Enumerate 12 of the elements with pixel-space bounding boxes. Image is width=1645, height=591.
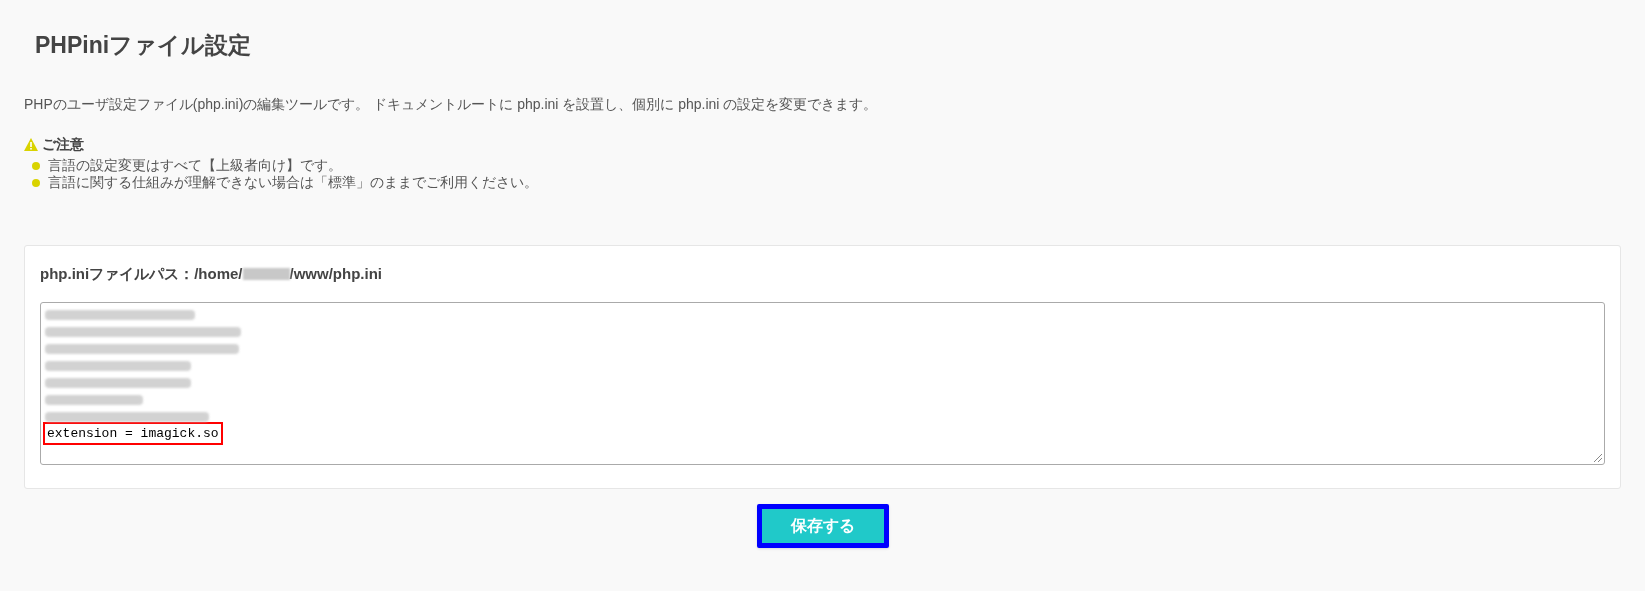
notice-heading: ご注意 [42, 135, 84, 154]
notice-item: 言語の設定変更はすべて【上級者向け】です。 [48, 156, 342, 175]
notice-item: 言語に関する仕組みが理解できない場合は「標準」のままでご利用ください。 [48, 173, 538, 192]
bullet-icon [32, 161, 40, 170]
bullet-icon [32, 178, 40, 187]
file-path-prefix: php.iniファイルパス：/home/ [40, 263, 243, 284]
resize-handle-icon [1594, 454, 1602, 462]
file-path-suffix: /www/php.ini [289, 263, 382, 284]
warning-icon [24, 138, 38, 151]
page-title: PHPiniファイル設定 [35, 34, 253, 57]
ini-textarea[interactable]: extension = imagick.so [40, 302, 1605, 465]
description: PHPのユーザ設定ファイル(php.ini)の編集ツールです。 ドキュメントルートに php.ini を設置し、個別に php.ini の設定を変更できます。 [24, 95, 879, 114]
